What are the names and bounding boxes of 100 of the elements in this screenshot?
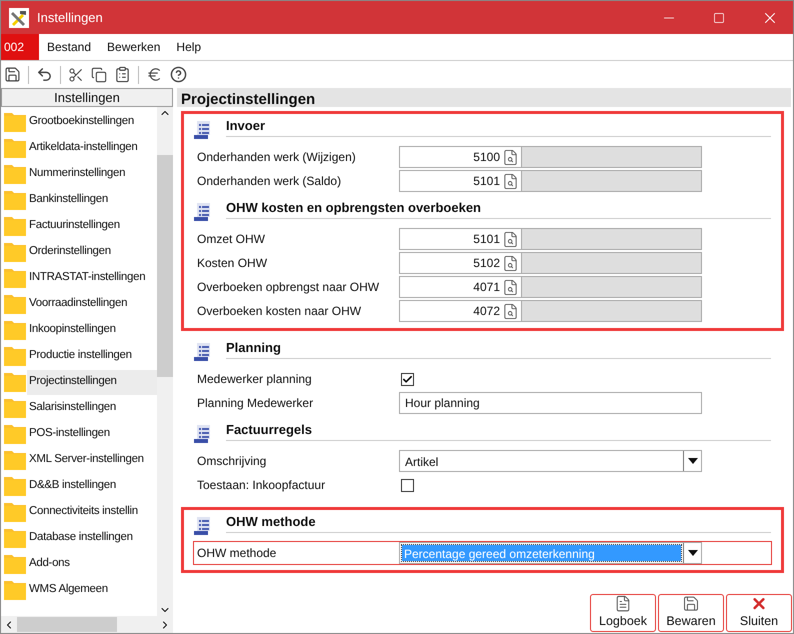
- euro-icon[interactable]: [146, 66, 163, 83]
- sidebar-item[interactable]: Salarisinstellingen: [27, 396, 157, 420]
- folder-icon: [3, 527, 27, 549]
- caret-icon[interactable]: [688, 550, 698, 556]
- lookup-icon[interactable]: [502, 302, 519, 320]
- action-button[interactable]: Logboek: [590, 594, 656, 632]
- field-label: Overboeken kosten naar OHW: [196, 303, 362, 320]
- company-badge: 002: [1, 34, 39, 60]
- sidebar-header: Instellingen: [1, 88, 173, 107]
- field-label: Omzet OHW: [196, 231, 266, 248]
- folder-icon: [3, 553, 27, 575]
- folder-icon: [3, 345, 27, 367]
- action-button[interactable]: Bewaren: [658, 594, 724, 632]
- sidebar-item[interactable]: XML Server-instellingen: [27, 448, 157, 472]
- lookup-icon[interactable]: [502, 278, 519, 296]
- dropdown[interactable]: Artikel: [399, 450, 702, 472]
- section-title: Planning: [226, 338, 771, 359]
- field-label: Kosten OHW: [196, 255, 268, 272]
- folder-icon: [3, 215, 27, 237]
- text-field[interactable]: Hour planning: [399, 392, 702, 414]
- section-title: OHW methode: [226, 512, 771, 533]
- field-label: Medewerker planning: [196, 371, 313, 388]
- page-title: Projectinstellingen: [177, 88, 791, 107]
- list-icon: [194, 516, 212, 536]
- folder-icon: [3, 501, 27, 523]
- account-field[interactable]: 4071: [399, 276, 522, 298]
- field-label: OHW methode: [196, 545, 278, 562]
- field-label: Planning Medewerker: [196, 395, 314, 412]
- lookup-icon[interactable]: [502, 172, 519, 190]
- section-title: Factuurregels: [226, 420, 771, 441]
- sidebar-item[interactable]: Connectiviteits instellin: [27, 500, 157, 524]
- account-field[interactable]: 5102: [399, 252, 522, 274]
- sidebar-item[interactable]: Inkoopinstellingen: [27, 318, 157, 342]
- save-icon: [681, 595, 701, 612]
- sidebar-item[interactable]: WMS Algemeen: [27, 578, 157, 602]
- cut-icon[interactable]: [68, 66, 84, 82]
- field-label: Overboeken opbrengst naar OHW: [196, 279, 380, 296]
- folder-icon: [3, 423, 27, 445]
- tools-icon: [9, 8, 29, 28]
- sidebar-item[interactable]: Projectinstellingen: [27, 370, 157, 394]
- folder-icon: [3, 397, 27, 419]
- lookup-icon[interactable]: [502, 148, 519, 166]
- maximize-icon[interactable]: [713, 12, 725, 24]
- lookup-icon[interactable]: [502, 254, 519, 272]
- folder-icon: [3, 475, 27, 497]
- list-icon: [194, 202, 212, 222]
- field-label: Omschrijving: [196, 453, 268, 470]
- list-icon: [194, 120, 212, 140]
- sidebar-item[interactable]: Orderinstellingen: [27, 240, 157, 264]
- paste-icon[interactable]: [114, 66, 131, 83]
- account-field[interactable]: 4072: [399, 300, 522, 322]
- folder-icon: [3, 319, 27, 341]
- dropdown-value: Artikel: [404, 454, 440, 469]
- scrollbar[interactable]: [157, 107, 173, 616]
- account-field[interactable]: 5101: [399, 228, 522, 250]
- folder-icon: [3, 293, 27, 315]
- copy-icon[interactable]: [91, 66, 107, 82]
- checkbox[interactable]: [401, 372, 414, 386]
- sidebar-item[interactable]: Nummerinstellingen: [27, 162, 157, 186]
- undo-icon[interactable]: [36, 66, 53, 83]
- sidebar-item[interactable]: Database instellingen: [27, 526, 157, 550]
- sidebar-item[interactable]: Grootboekinstellingen: [27, 110, 157, 134]
- sidebar-item[interactable]: D&&B instellingen: [27, 474, 157, 498]
- folder-icon: [3, 241, 27, 263]
- menu-item[interactable]: Bewerken: [99, 34, 168, 60]
- folder-icon: [3, 189, 27, 211]
- window-title: Instellingen: [37, 8, 103, 27]
- lookup-icon[interactable]: [502, 230, 519, 248]
- account-field[interactable]: 5100: [399, 146, 522, 168]
- sidebar-item[interactable]: Voorraadinstellingen: [27, 292, 157, 316]
- menu-item[interactable]: Bestand: [39, 34, 100, 60]
- folder-icon: [3, 579, 27, 601]
- folder-icon: [3, 111, 27, 133]
- help-icon[interactable]: [170, 66, 187, 83]
- sidebar-item[interactable]: POS-instellingen: [27, 422, 157, 446]
- field-label: Onderhanden werk (Saldo): [196, 173, 342, 190]
- action-button[interactable]: Sluiten: [726, 594, 792, 632]
- section-title: OHW kosten en opbrengsten overboeken: [226, 198, 771, 219]
- list-icon: [194, 342, 212, 362]
- folder-icon: [3, 267, 27, 289]
- save-icon[interactable]: [4, 66, 21, 83]
- caret-icon[interactable]: [688, 458, 698, 464]
- account-field[interactable]: 5101: [399, 170, 522, 192]
- field-label: Toestaan: Inkoopfactuur: [196, 477, 326, 494]
- scrollbar[interactable]: [1, 616, 173, 633]
- sidebar-item[interactable]: Productie instellingen: [27, 344, 157, 368]
- menu-item[interactable]: Help: [168, 34, 210, 60]
- sidebar-item[interactable]: Add-ons: [27, 552, 157, 576]
- folder-icon: [3, 371, 27, 393]
- sidebar-item[interactable]: INTRASTAT-instellingen: [27, 266, 157, 290]
- folder-icon: [3, 449, 27, 471]
- sidebar-item[interactable]: Bankinstellingen: [27, 188, 157, 212]
- sidebar-item[interactable]: Factuurinstellingen: [27, 214, 157, 238]
- dropdown-value: Percentage gereed omzeterkenning: [402, 545, 681, 561]
- field-label: Onderhanden werk (Wijzigen): [196, 149, 357, 166]
- checkbox[interactable]: [401, 478, 414, 492]
- folder-icon: [3, 137, 27, 159]
- list-icon: [194, 424, 212, 444]
- sidebar-item[interactable]: Artikeldata-instellingen: [27, 136, 157, 160]
- section-title: Invoer: [226, 116, 771, 137]
